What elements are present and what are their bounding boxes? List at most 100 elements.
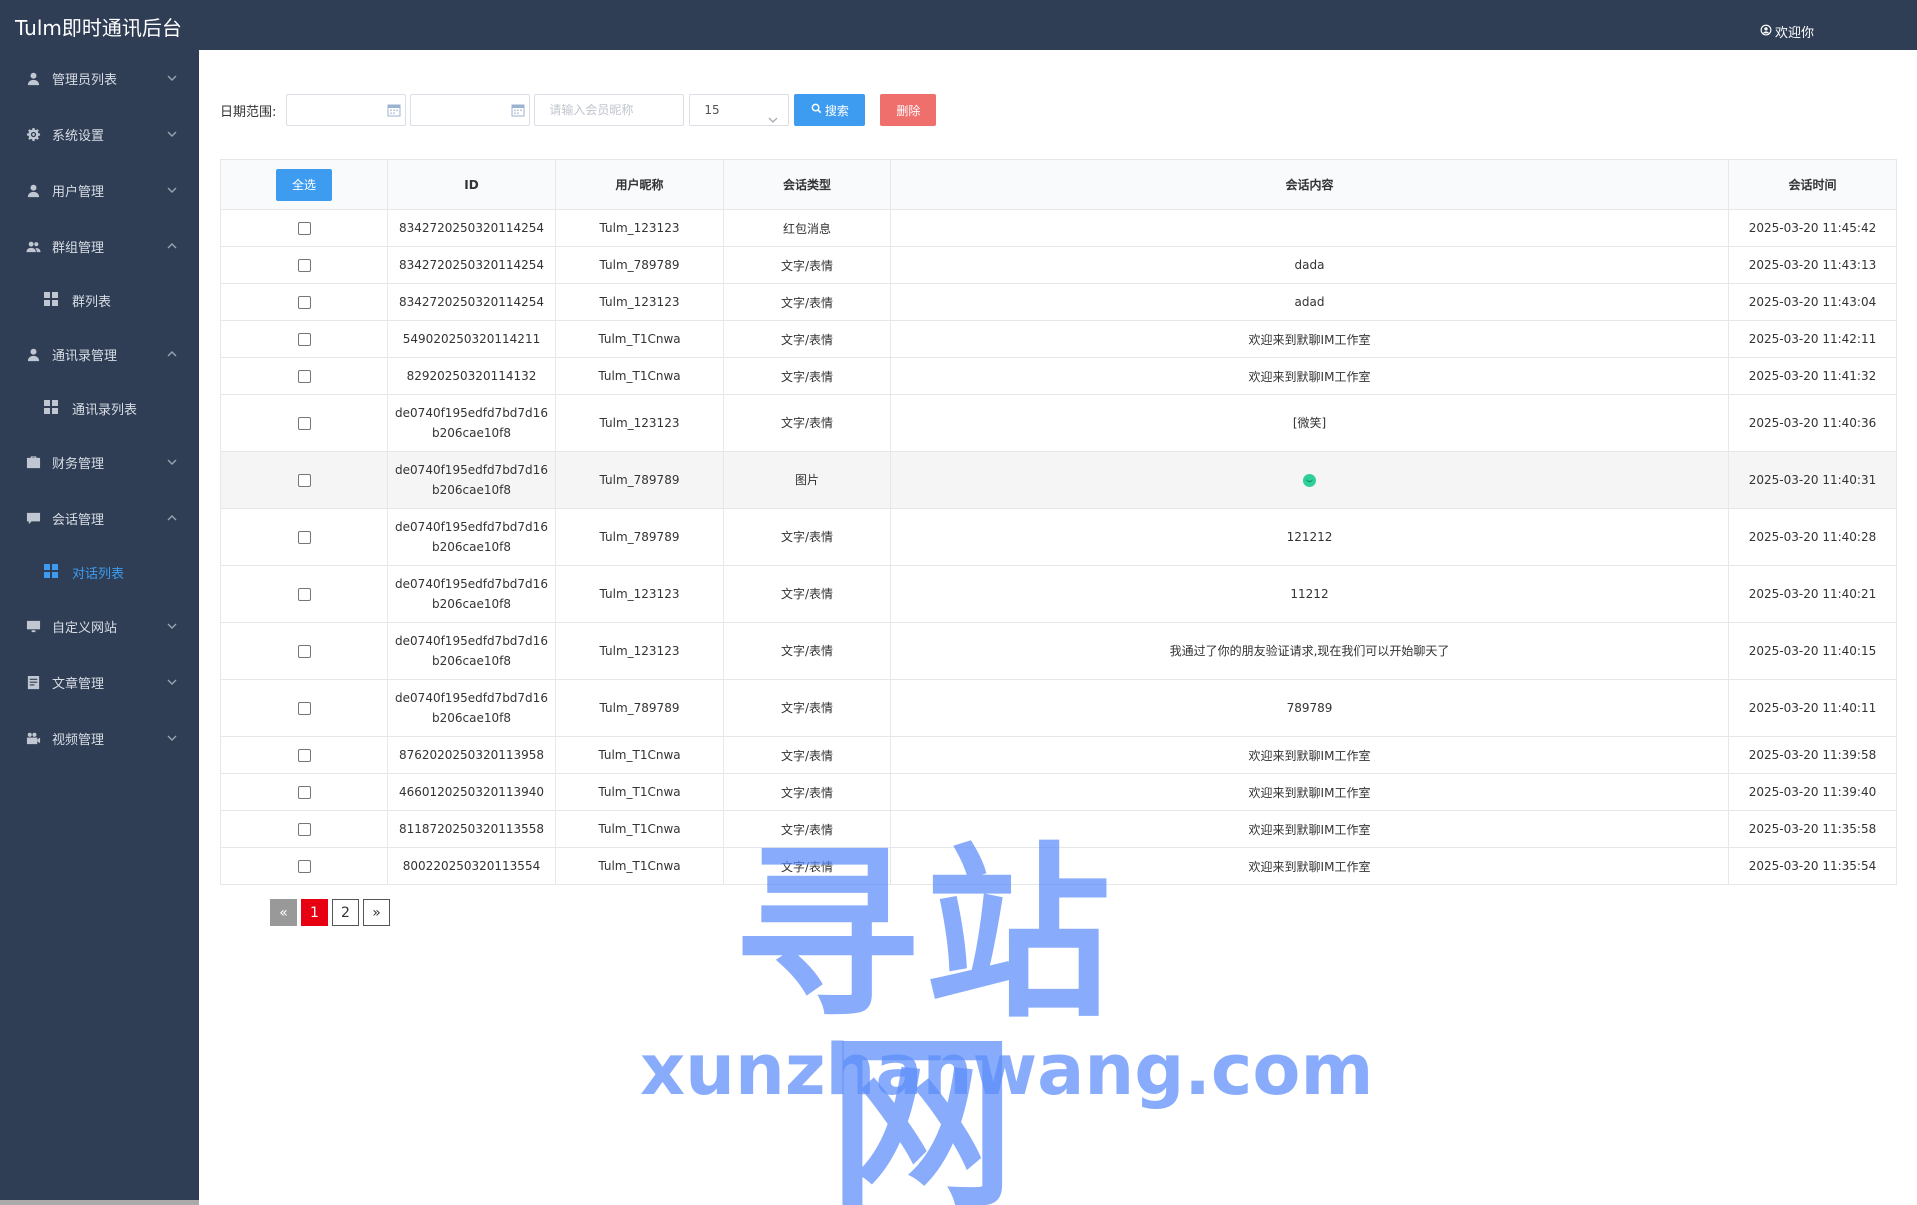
table-row[interactable]: 800220250320113554 Tulm_T1Cnwa 文字/表情 欢迎来… <box>220 847 1897 885</box>
row-checkbox[interactable] <box>297 531 311 544</box>
image-thumbnail-icon[interactable] <box>1303 474 1316 487</box>
chevron-down-icon <box>167 184 177 194</box>
column-header-type[interactable]: 会话类型 <box>723 159 891 210</box>
row-checkbox[interactable] <box>297 702 311 715</box>
column-header-content[interactable]: 会话内容 <box>890 159 1729 210</box>
chevron-down-icon <box>768 106 778 123</box>
end-date-input[interactable] <box>410 94 531 126</box>
table-row[interactable]: 8762020250320113958 Tulm_T1Cnwa 文字/表情 欢迎… <box>220 736 1897 774</box>
cell-id: de0740f195edfd7bd7d16 b206cae10f8 <box>387 565 556 623</box>
column-header-time[interactable]: 会话时间 <box>1728 159 1897 210</box>
sidebar-item-label: 自定义网站 <box>52 620 118 636</box>
cell-time: 2025-03-20 11:39:58 <box>1728 736 1897 774</box>
table-row[interactable]: 82920250320114132 Tulm_T1Cnwa 文字/表情 欢迎来到… <box>220 357 1897 395</box>
grid-icon <box>44 564 60 580</box>
app-title: Tulm即时通讯后台 <box>15 16 182 40</box>
cell-id: 800220250320113554 <box>387 847 556 885</box>
chevron-down-icon <box>167 456 177 466</box>
select-all-button[interactable]: 全选 <box>276 168 332 201</box>
row-checkbox[interactable] <box>297 645 311 658</box>
sidebar-item-video-management[interactable]: 视频管理 <box>0 710 199 766</box>
table-row[interactable]: 4660120250320113940 Tulm_T1Cnwa 文字/表情 欢迎… <box>220 773 1897 811</box>
welcome-menu[interactable]: 欢迎你 <box>1760 22 1814 41</box>
row-checkbox[interactable] <box>297 786 311 799</box>
sidebar-item-label: 通讯录列表 <box>72 402 138 418</box>
prev-page-button[interactable]: « <box>270 899 297 926</box>
sidebar-item-session-management[interactable]: 会话管理 <box>0 490 199 546</box>
row-checkbox[interactable] <box>297 296 311 309</box>
row-checkbox[interactable] <box>297 222 311 235</box>
row-checkbox[interactable] <box>297 823 311 836</box>
member-nickname-input[interactable] <box>534 94 685 126</box>
cell-type: 文字/表情 <box>723 394 891 452</box>
chevron-up-icon <box>167 240 177 250</box>
table-row[interactable]: 549020250320114211 Tulm_T1Cnwa 文字/表情 欢迎来… <box>220 320 1897 358</box>
next-page-button[interactable]: » <box>363 899 390 926</box>
page-button-2[interactable]: 2 <box>332 899 359 926</box>
cell-content: 我通过了你的朋友验证请求,现在我们可以开始聊天了 <box>890 622 1729 680</box>
users-icon <box>24 237 42 255</box>
cell-content: 121212 <box>890 508 1729 566</box>
table-row[interactable]: de0740f195edfd7bd7d16 b206cae10f8 Tulm_1… <box>220 565 1897 623</box>
cell-time: 2025-03-20 11:35:54 <box>1728 847 1897 885</box>
sidebar-item-user-management[interactable]: 用户管理 <box>0 162 199 218</box>
cell-id: 549020250320114211 <box>387 320 556 358</box>
sidebar-item-article-management[interactable]: 文章管理 <box>0 654 199 710</box>
sidebar-item-label: 财务管理 <box>52 456 105 472</box>
cell-id: 8342720250320114254 <box>387 283 556 321</box>
sidebar-item-group-list[interactable]: 群列表 <box>0 274 199 326</box>
cell-time: 2025-03-20 11:39:40 <box>1728 773 1897 811</box>
cell-type: 文字/表情 <box>723 246 891 284</box>
sidebar-scrollbar[interactable] <box>0 1200 199 1205</box>
search-button[interactable]: 搜索 <box>794 94 866 126</box>
page-size-select[interactable]: 15 <box>689 94 790 126</box>
date-range-label: 日期范围: <box>220 104 277 120</box>
table-row[interactable]: de0740f195edfd7bd7d16 b206cae10f8 Tulm_7… <box>220 679 1897 737</box>
row-checkbox[interactable] <box>297 860 311 873</box>
row-checkbox[interactable] <box>297 370 311 383</box>
row-checkbox[interactable] <box>297 474 311 487</box>
column-header-id[interactable]: ID <box>387 159 556 210</box>
sidebar-item-system-settings[interactable]: 系统设置 <box>0 106 199 162</box>
sidebar-item-admin-list[interactable]: 管理员列表 <box>0 50 199 106</box>
chevron-up-icon <box>167 512 177 522</box>
cell-content: 欢迎来到默聊IM工作室 <box>890 320 1729 358</box>
cell-content: adad <box>890 283 1729 321</box>
cell-nickname: Tulm_T1Cnwa <box>555 736 724 774</box>
table-row[interactable]: 8342720250320114254 Tulm_123123 文字/表情 ad… <box>220 283 1897 321</box>
cell-time: 2025-03-20 11:43:13 <box>1728 246 1897 284</box>
row-checkbox[interactable] <box>297 333 311 346</box>
start-date-input[interactable] <box>286 94 407 126</box>
cell-time: 2025-03-20 11:40:11 <box>1728 679 1897 737</box>
table-row[interactable]: 8342720250320114254 Tulm_123123 红包消息 202… <box>220 209 1897 247</box>
row-checkbox[interactable] <box>297 749 311 762</box>
sidebar-item-contacts-management[interactable]: 通讯录管理 <box>0 326 199 382</box>
sidebar-item-group-management[interactable]: 群组管理 <box>0 218 199 274</box>
row-checkbox[interactable] <box>297 259 311 272</box>
table-row[interactable]: de0740f195edfd7bd7d16 b206cae10f8 Tulm_1… <box>220 394 1897 452</box>
sidebar-item-contacts-list[interactable]: 通讯录列表 <box>0 382 199 434</box>
table-row[interactable]: de0740f195edfd7bd7d16 b206cae10f8 Tulm_7… <box>220 451 1897 509</box>
sidebar-item-conversation-list[interactable]: 对话列表 <box>0 546 199 598</box>
sidebar-item-custom-website[interactable]: 自定义网站 <box>0 598 199 654</box>
table-row[interactable]: 8118720250320113558 Tulm_T1Cnwa 文字/表情 欢迎… <box>220 810 1897 848</box>
cell-content: dada <box>890 246 1729 284</box>
table-row[interactable]: de0740f195edfd7bd7d16 b206cae10f8 Tulm_7… <box>220 508 1897 566</box>
page-button-1[interactable]: 1 <box>301 899 328 926</box>
row-checkbox[interactable] <box>297 588 311 601</box>
welcome-text: 欢迎你 <box>1775 26 1815 41</box>
cell-nickname: Tulm_789789 <box>555 508 724 566</box>
delete-button[interactable]: 删除 <box>880 94 937 126</box>
table-row[interactable]: de0740f195edfd7bd7d16 b206cae10f8 Tulm_1… <box>220 622 1897 680</box>
cell-id: 82920250320114132 <box>387 357 556 395</box>
cell-type: 图片 <box>723 451 891 509</box>
cell-time: 2025-03-20 11:40:21 <box>1728 565 1897 623</box>
table-row[interactable]: 8342720250320114254 Tulm_789789 文字/表情 da… <box>220 246 1897 284</box>
row-checkbox[interactable] <box>297 417 311 430</box>
sidebar-item-finance-management[interactable]: 财务管理 <box>0 434 199 490</box>
user-icon <box>24 69 42 87</box>
cell-type: 文字/表情 <box>723 773 891 811</box>
cell-time: 2025-03-20 11:40:31 <box>1728 451 1897 509</box>
column-header-nickname[interactable]: 用户昵称 <box>555 159 724 210</box>
sidebar-item-label: 用户管理 <box>52 184 105 200</box>
